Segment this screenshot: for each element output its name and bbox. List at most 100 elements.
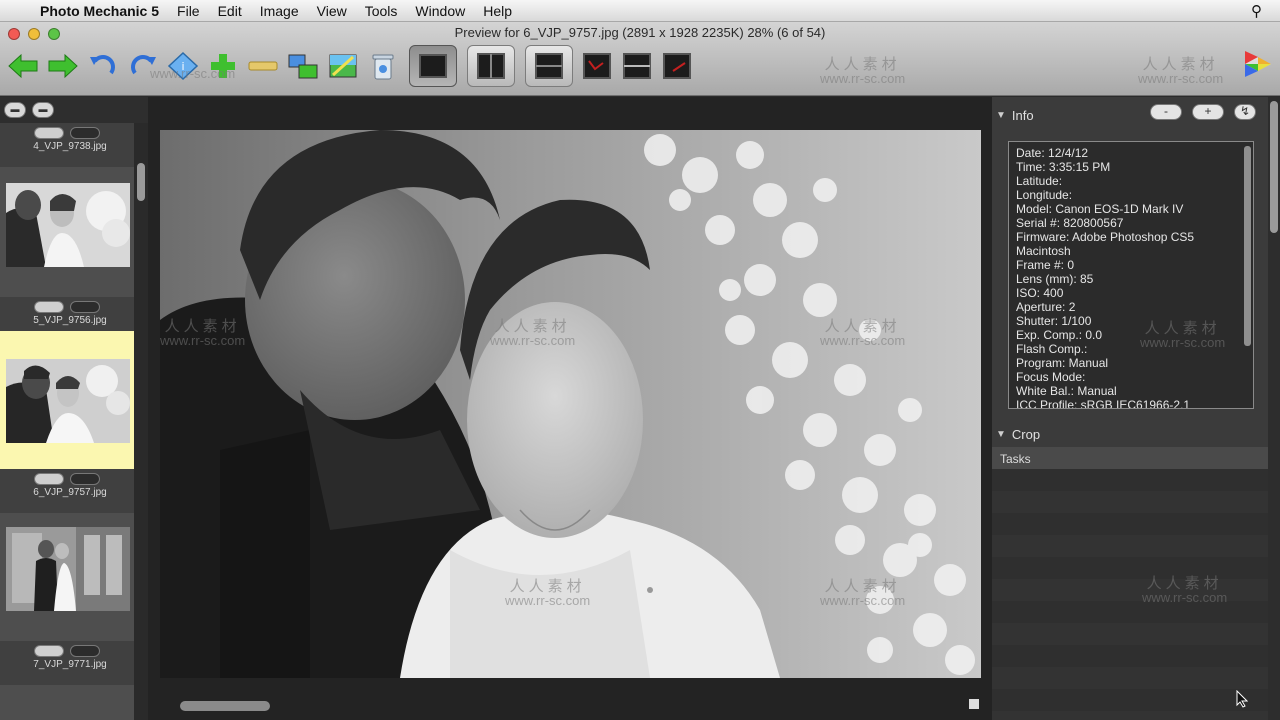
info-line: Flash Comp.: [1016, 342, 1088, 356]
info-section-title: Info [1011, 107, 1034, 123]
window-toolbar: Preview for 6_VJP_9757.jpg (2891 x 1928 … [0, 22, 1280, 96]
info-scrollbar[interactable] [1244, 146, 1251, 346]
disclosure-triangle-icon[interactable]: ▼ [996, 429, 1006, 440]
grid-view-button[interactable]: ▬ [4, 102, 26, 118]
info-line: Latitude: [1016, 174, 1063, 188]
thumbnail-cell[interactable] [0, 513, 134, 641]
split-vertical-icon [477, 53, 505, 79]
split-horizontal-icon [535, 53, 563, 79]
tasks-list[interactable]: 人人素材 www.rr-sc.com [992, 469, 1268, 720]
strip-scroll-thumb[interactable] [137, 163, 145, 201]
rotate-right-icon[interactable] [126, 50, 160, 82]
spotlight-search-icon[interactable]: ⚲ [1251, 2, 1262, 20]
split-horizontal-view-button[interactable] [525, 45, 573, 87]
info-section-header[interactable]: ▼ Info [992, 104, 1268, 126]
rating-pill[interactable] [34, 645, 64, 657]
crop-section-title: Crop [1011, 426, 1041, 442]
info-line: Firmware: Adobe Photoshop CS5 [1016, 230, 1195, 244]
info-list: Date: 12/4/12 Time: 3:35:15 PM Latitude: Lo… [1016, 146, 1244, 409]
color-class-pill[interactable] [70, 301, 100, 313]
app-menu[interactable]: Photo Mechanic 5 [40, 3, 159, 19]
tasks-header: Tasks [992, 447, 1268, 469]
thumbnail-filename: 5_VJP_9756.jpg [33, 315, 107, 326]
compare-view-icon[interactable] [620, 50, 654, 82]
color-class-pill[interactable] [70, 645, 100, 657]
rating-pill[interactable] [34, 473, 64, 485]
back-arrow-icon[interactable] [6, 50, 40, 82]
compare-icon[interactable] [286, 50, 320, 82]
info-line: Frame #: 0 [1016, 258, 1075, 272]
thumbnail-caption: 7_VJP_9771.jpg [0, 641, 134, 685]
thumbnail-caption: 6_VJP_9757.jpg [0, 469, 134, 513]
info-line: Aperture: 2 [1016, 300, 1076, 314]
main-area: ▬ ▬ 4_VJP_9738.jpg 5_VJP_9756.jpg 6_VJP_… [0, 97, 1280, 720]
menu-edit[interactable]: Edit [218, 3, 242, 19]
info-line: Exp. Comp.: 0.0 [1016, 328, 1103, 342]
list-view-button[interactable]: ▬ [32, 102, 54, 118]
color-class-pill[interactable] [70, 473, 100, 485]
loupe-view-icon[interactable] [580, 50, 614, 82]
trash-icon[interactable] [366, 50, 400, 82]
color-class-pill[interactable] [70, 127, 100, 139]
menu-image[interactable]: Image [260, 3, 299, 19]
diamond-icon[interactable]: i [166, 50, 200, 82]
menu-file[interactable]: File [177, 3, 200, 19]
forward-arrow-icon[interactable] [46, 50, 80, 82]
panel-scroll-thumb[interactable] [1270, 101, 1278, 233]
edit-image-icon[interactable] [326, 50, 360, 82]
rating-pill[interactable] [34, 301, 64, 313]
thumbnail-caption: 4_VJP_9738.jpg [0, 123, 134, 167]
resize-corner[interactable] [969, 699, 979, 709]
preview-pane: 人人素材 www.rr-sc.com 人人素材 www.rr-sc.com 人人素材… [152, 97, 985, 720]
menu-bar: Photo Mechanic 5 File Edit Image View To… [0, 0, 1280, 22]
menu-view[interactable]: View [317, 3, 347, 19]
add-icon[interactable] [206, 50, 240, 82]
thumbnail-filename: 7_VJP_9771.jpg [33, 659, 107, 670]
strip-scrollbar[interactable] [134, 123, 148, 720]
minus-icon[interactable] [246, 50, 280, 82]
single-view-icon [419, 54, 447, 78]
crop-section-header[interactable]: ▼ Crop [992, 423, 1268, 445]
window-title: Preview for 6_VJP_9757.jpg (2891 x 1928 … [454, 25, 826, 40]
info-line: Longitude: [1016, 188, 1073, 202]
color-class-icon[interactable] [1240, 48, 1274, 80]
info-line: White Bal.: Manual [1016, 384, 1117, 398]
menu-window[interactable]: Window [415, 3, 465, 19]
info-plus-button[interactable]: + [1192, 104, 1224, 120]
info-panel: ▼ Info - + ↯ Date: 12/4/12 Time: 3:35:15 … [992, 97, 1268, 720]
info-line: Focus Mode: [1016, 370, 1086, 384]
svg-text:i: i [181, 60, 184, 73]
rotate-left-icon[interactable] [86, 50, 120, 82]
rating-pill[interactable] [34, 127, 64, 139]
info-line: Program: Manual [1016, 356, 1109, 370]
disclosure-triangle-icon[interactable]: ▼ [996, 110, 1006, 121]
watermark: 人人素材 www.rr-sc.com [1142, 575, 1228, 605]
lightning-icon[interactable]: ↯ [1234, 104, 1256, 120]
menu-help[interactable]: Help [483, 3, 512, 19]
thumbnail-image[interactable] [6, 183, 130, 267]
info-line: ICC Profile: sRGB IEC61966-2.1 [1016, 398, 1191, 409]
info-line: Lens (mm): 85 [1016, 272, 1094, 286]
preview-horizontal-scrollbar[interactable] [160, 697, 981, 715]
info-line: Time: 3:35:15 PM [1016, 160, 1111, 174]
thumbnail-strip: ▬ ▬ 4_VJP_9738.jpg 5_VJP_9756.jpg 6_VJP_… [0, 97, 148, 720]
preview-image[interactable]: 人人素材 www.rr-sc.com 人人素材 www.rr-sc.com 人人素材… [160, 130, 981, 678]
preview-scroll-thumb[interactable] [180, 701, 270, 711]
info-text-box[interactable]: Date: 12/4/12 Time: 3:35:15 PM Latitude: Lo… [1008, 141, 1254, 409]
menu-tools[interactable]: Tools [365, 3, 398, 19]
thumbnail-cell[interactable] [0, 167, 134, 297]
mouse-cursor-icon [1236, 690, 1248, 708]
thumbnail-image[interactable] [6, 359, 130, 443]
info-minus-button[interactable]: - [1150, 104, 1182, 120]
panel-scrollbar[interactable] [1268, 97, 1280, 720]
thumbnail-image[interactable] [6, 527, 130, 611]
watermark: 人人素材 www.rr-sc.com [820, 56, 906, 86]
thumbnail-filename: 4_VJP_9738.jpg [33, 141, 107, 152]
crop-view-icon[interactable] [660, 50, 694, 82]
thumbnail-cell[interactable] [0, 685, 134, 720]
split-vertical-view-button[interactable] [467, 45, 515, 87]
single-view-button[interactable] [409, 45, 457, 87]
thumbnail-filename: 6_VJP_9757.jpg [33, 487, 107, 498]
thumbnail-cell-selected[interactable] [0, 331, 134, 469]
watermark: 人人素材 www.rr-sc.com [1138, 56, 1224, 86]
